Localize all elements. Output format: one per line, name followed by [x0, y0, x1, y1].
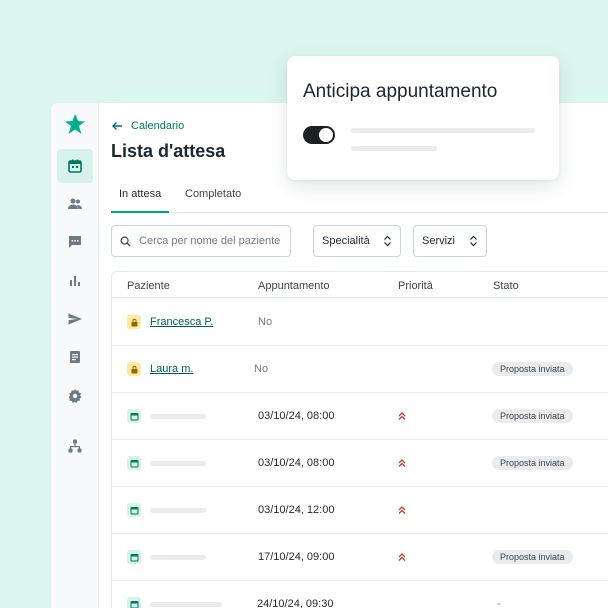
table-row[interactable]: 03/10/24, 08:00 Proposta inviata: [112, 393, 608, 440]
priority-high-icon: [398, 412, 406, 420]
status-cell: -: [497, 598, 501, 608]
priority-high-icon: [398, 553, 406, 561]
table-row[interactable]: Laura m. No Proposta inviata: [112, 346, 608, 393]
sidebar-item-users[interactable]: [57, 187, 93, 221]
appointment-cell: No: [254, 363, 269, 375]
gear-icon: [68, 389, 82, 403]
sidebar-item-organization[interactable]: [57, 429, 93, 463]
org-chart-icon: [68, 439, 82, 453]
table-header: Paziente Appuntamento Priorità Stato: [112, 272, 608, 298]
sidebar: [51, 103, 99, 608]
text-placeholder: [351, 146, 437, 151]
document-icon: [70, 351, 80, 363]
appointment-cell: 03/10/24, 12:00: [258, 504, 335, 516]
calendar-icon: [68, 159, 82, 173]
status-badge: Proposta inviata: [492, 362, 573, 376]
appointment-cell: 03/10/24, 08:00: [258, 457, 335, 469]
column-header-status: Stato: [493, 280, 519, 292]
specialty-select[interactable]: Specialità: [313, 225, 401, 257]
anticipate-toggle[interactable]: [303, 126, 335, 144]
send-icon: [68, 313, 82, 325]
appointment-cell: 03/10/24, 08:00: [258, 410, 335, 422]
column-header-priority: Priorità: [398, 280, 433, 292]
chevron-updown-icon: [384, 235, 391, 247]
arrow-left-icon: [112, 122, 122, 130]
column-header-patient: Paziente: [127, 280, 170, 292]
lock-icon: [127, 315, 141, 329]
sidebar-item-settings[interactable]: [57, 379, 93, 413]
status-badge: Proposta inviata: [492, 550, 573, 564]
search-placeholder: Cerca per nome del paziente: [139, 235, 281, 247]
sidebar-item-send[interactable]: [57, 302, 93, 336]
waiting-list-table: Paziente Appuntamento Priorità Stato Fra…: [111, 271, 608, 608]
patient-name-placeholder: [150, 602, 222, 607]
appointment-cell: No: [258, 316, 273, 328]
logo-icon[interactable]: [63, 113, 87, 137]
table-row[interactable]: 03/10/24, 12:00: [112, 487, 608, 534]
back-link[interactable]: Calendario: [111, 120, 184, 132]
column-header-appointment: Appuntamento: [258, 280, 330, 292]
appointment-cell: 17/10/24, 09:00: [258, 551, 335, 563]
status-badge: Proposta inviata: [492, 409, 573, 423]
chat-icon: [69, 236, 81, 248]
tab-completato[interactable]: Completato: [177, 187, 249, 213]
page-title: Lista d'attesa: [111, 141, 226, 161]
table-row[interactable]: 17/10/24, 09:00 Proposta inviata: [112, 534, 608, 581]
users-icon: [68, 198, 82, 209]
priority-high-icon: [398, 506, 406, 514]
calendar-icon: [127, 550, 141, 564]
patient-name-link[interactable]: Laura m.: [150, 363, 193, 375]
search-input[interactable]: Cerca per nome del paziente: [111, 225, 291, 257]
specialty-select-label: Specialità: [322, 235, 370, 247]
patient-name-placeholder: [150, 414, 206, 419]
sidebar-item-statistics[interactable]: [57, 263, 93, 297]
sidebar-item-calendar[interactable]: [57, 149, 93, 183]
back-link-label: Calendario: [131, 120, 185, 132]
tab-in-attesa[interactable]: In attesa: [111, 187, 170, 213]
status-badge: Proposta inviata: [492, 456, 573, 470]
services-select-label: Servizi: [422, 235, 456, 247]
bar-chart-icon: [70, 276, 80, 286]
chevron-updown-icon: [470, 235, 477, 247]
patient-name-placeholder: [150, 555, 206, 560]
sidebar-item-documents[interactable]: [57, 340, 93, 374]
services-select[interactable]: Servizi: [413, 225, 487, 257]
card-title: Anticipa appuntamento: [303, 81, 498, 102]
sidebar-item-messages[interactable]: [57, 225, 93, 259]
appointment-cell: 24/10/24, 09:30: [257, 598, 334, 608]
patient-name-link[interactable]: Francesca P.: [150, 316, 213, 328]
text-placeholder: [351, 128, 535, 133]
lock-icon: [127, 362, 141, 376]
toggle-knob: [319, 128, 333, 142]
tabs: In attesa Completato: [111, 187, 608, 213]
table-row[interactable]: 03/10/24, 08:00 Proposta inviata: [112, 440, 608, 487]
calendar-icon: [127, 503, 141, 517]
table-row[interactable]: Francesca P. No: [112, 299, 608, 346]
calendar-icon: [127, 409, 141, 423]
anticipate-appointment-card: Anticipa appuntamento: [287, 56, 559, 180]
priority-high-icon: [398, 459, 406, 467]
patient-name-placeholder: [150, 461, 206, 466]
calendar-icon: [127, 597, 141, 608]
search-icon: [120, 236, 131, 247]
calendar-icon: [127, 456, 141, 470]
patient-name-placeholder: [150, 508, 206, 513]
table-row[interactable]: 24/10/24, 09:30 -: [112, 581, 608, 608]
